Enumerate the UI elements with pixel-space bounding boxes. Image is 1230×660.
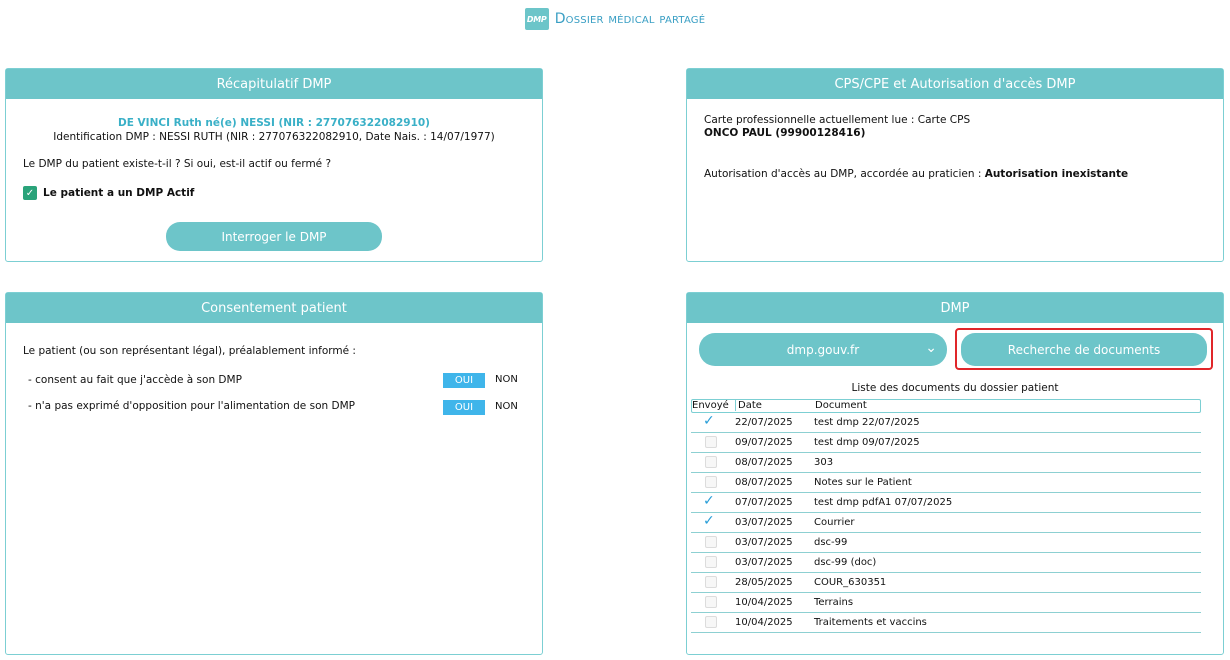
authorization-line: Autorisation d'accès au DMP, accordée au… — [704, 168, 1128, 180]
table-row[interactable]: 08/07/2025 303 — [691, 453, 1201, 473]
card-line: Carte professionnelle actuellement lue :… — [704, 114, 971, 126]
chevron-down-icon: ⌄ — [925, 340, 937, 356]
search-documents-button[interactable]: Recherche de documents — [961, 333, 1207, 366]
row-document: Notes sur le Patient — [814, 477, 912, 488]
document-list-title: Liste des documents du dossier patient — [851, 382, 1059, 394]
sent-checkbox[interactable] — [705, 556, 717, 568]
sent-checkbox[interactable] — [705, 596, 717, 608]
row-date: 07/07/2025 — [735, 497, 793, 508]
table-row[interactable]: 03/07/2025 dsc-99 (doc) — [691, 553, 1201, 573]
row-document: 303 — [814, 457, 834, 468]
table-row[interactable]: ✓ 22/07/2025 test dmp 22/07/2025 — [691, 413, 1201, 433]
sent-checkbox[interactable] — [705, 436, 717, 448]
row-date: 10/04/2025 — [735, 597, 793, 608]
row-document: Terrains — [814, 597, 854, 608]
row-date: 03/07/2025 — [735, 537, 793, 548]
dmp-status-text: Le patient a un DMP Actif — [43, 187, 195, 199]
sent-check-icon[interactable]: ✓ — [703, 493, 715, 509]
dmp-status-question: Le DMP du patient existe-t-il ? Si oui, … — [23, 158, 332, 170]
table-row[interactable]: 03/07/2025 dsc-99 — [691, 533, 1201, 553]
row-document: test dmp 22/07/2025 — [814, 417, 920, 428]
patient-name: DE VINCI Ruth né(e) NESSI (NIR : 2770763… — [118, 117, 430, 129]
table-row[interactable]: 10/04/2025 Traitements et vaccins — [691, 613, 1201, 633]
sent-checkbox[interactable] — [705, 616, 717, 628]
sent-check-icon[interactable]: ✓ — [703, 513, 715, 529]
table-row[interactable]: 09/07/2025 test dmp 09/07/2025 — [691, 433, 1201, 453]
recap-panel: Récapitulatif DMP DE VINCI Ruth né(e) NE… — [5, 68, 543, 262]
column-date: Date — [735, 400, 762, 411]
authorization-value: Autorisation inexistante — [984, 168, 1129, 180]
column-document: Document — [815, 400, 867, 411]
dmp-identification: Identification DMP : NESSI RUTH (NIR : 2… — [53, 131, 495, 143]
checkbox-checked-icon: ✓ — [23, 186, 37, 200]
practitioner-name: ONCO PAUL (99900128416) — [704, 127, 866, 139]
row-date: 10/04/2025 — [735, 617, 793, 628]
column-sent: Envoyé — [692, 400, 729, 411]
row-document: test dmp pdfA1 07/07/2025 — [814, 497, 953, 508]
consent-access-oui-button[interactable]: OUI — [443, 373, 485, 388]
row-date: 28/05/2025 — [735, 577, 793, 588]
sent-checkbox[interactable] — [705, 536, 717, 548]
table-row[interactable]: 28/05/2025 COUR_630351 — [691, 573, 1201, 593]
authorization-label: Autorisation d'accès au DMP, accordée au… — [704, 168, 985, 180]
consent-feed-oui-button[interactable]: OUI — [443, 400, 485, 415]
table-row[interactable]: ✓ 03/07/2025 Courrier — [691, 513, 1201, 533]
consent-item-access: - consent au fait que j'accède à son DMP — [28, 374, 242, 386]
cps-panel: CPS/CPE et Autorisation d'accès DMP Cart… — [686, 68, 1224, 262]
row-document: Courrier — [814, 517, 855, 528]
dmp-source-value: dmp.gouv.fr — [786, 342, 860, 357]
recap-panel-header: Récapitulatif DMP — [6, 69, 542, 99]
consent-intro: Le patient (ou son représentant légal), … — [23, 345, 356, 357]
dmp-source-select[interactable]: dmp.gouv.fr ⌄ — [699, 333, 947, 366]
row-document: dsc-99 — [814, 537, 848, 548]
consent-feed-non-button[interactable]: NON — [495, 401, 518, 412]
sent-checkbox[interactable] — [705, 476, 717, 488]
consent-access-non-button[interactable]: NON — [495, 374, 518, 385]
row-document: test dmp 09/07/2025 — [814, 437, 920, 448]
query-dmp-button[interactable]: Interroger le DMP — [166, 222, 382, 251]
sent-checkbox[interactable] — [705, 456, 717, 468]
consent-panel-header: Consentement patient — [6, 293, 542, 323]
sent-check-icon[interactable]: ✓ — [703, 413, 715, 429]
row-date: 03/07/2025 — [735, 557, 793, 568]
row-date: 03/07/2025 — [735, 517, 793, 528]
table-row[interactable]: 08/07/2025 Notes sur le Patient — [691, 473, 1201, 493]
row-date: 08/07/2025 — [735, 457, 793, 468]
row-date: 22/07/2025 — [735, 417, 793, 428]
dmp-panel: DMP dmp.gouv.fr ⌄ Recherche de documents… — [686, 292, 1224, 655]
cps-panel-header: CPS/CPE et Autorisation d'accès DMP — [687, 69, 1223, 99]
app-title: Dossier médical partagé — [554, 11, 706, 27]
row-date: 09/07/2025 — [735, 437, 793, 448]
app-title-bar: DMP Dossier médical partagé — [0, 6, 1230, 32]
document-table-header: Envoyé Date Document — [691, 399, 1201, 413]
consent-panel: Consentement patient Le patient (ou son … — [5, 292, 543, 655]
table-row[interactable]: 10/04/2025 Terrains — [691, 593, 1201, 613]
sent-checkbox[interactable] — [705, 576, 717, 588]
dmp-panel-header: DMP — [687, 293, 1223, 323]
consent-item-feed: - n'a pas exprimé d'opposition pour l'al… — [28, 400, 355, 412]
row-document: COUR_630351 — [814, 577, 887, 588]
dmp-status-row: ✓ Le patient a un DMP Actif — [23, 186, 194, 200]
table-row[interactable]: ✓ 07/07/2025 test dmp pdfA1 07/07/2025 — [691, 493, 1201, 513]
row-document: Traitements et vaccins — [814, 617, 927, 628]
row-date: 08/07/2025 — [735, 477, 793, 488]
dmp-logo-icon: DMP — [524, 8, 549, 30]
row-document: dsc-99 (doc) — [814, 557, 877, 568]
